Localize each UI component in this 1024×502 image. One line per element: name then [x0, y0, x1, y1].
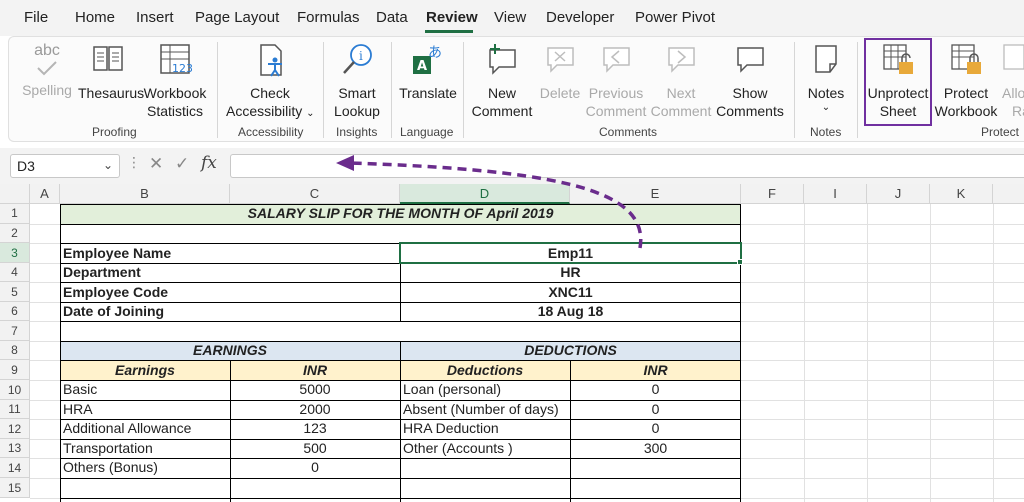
annotation-arrow: [336, 155, 643, 249]
